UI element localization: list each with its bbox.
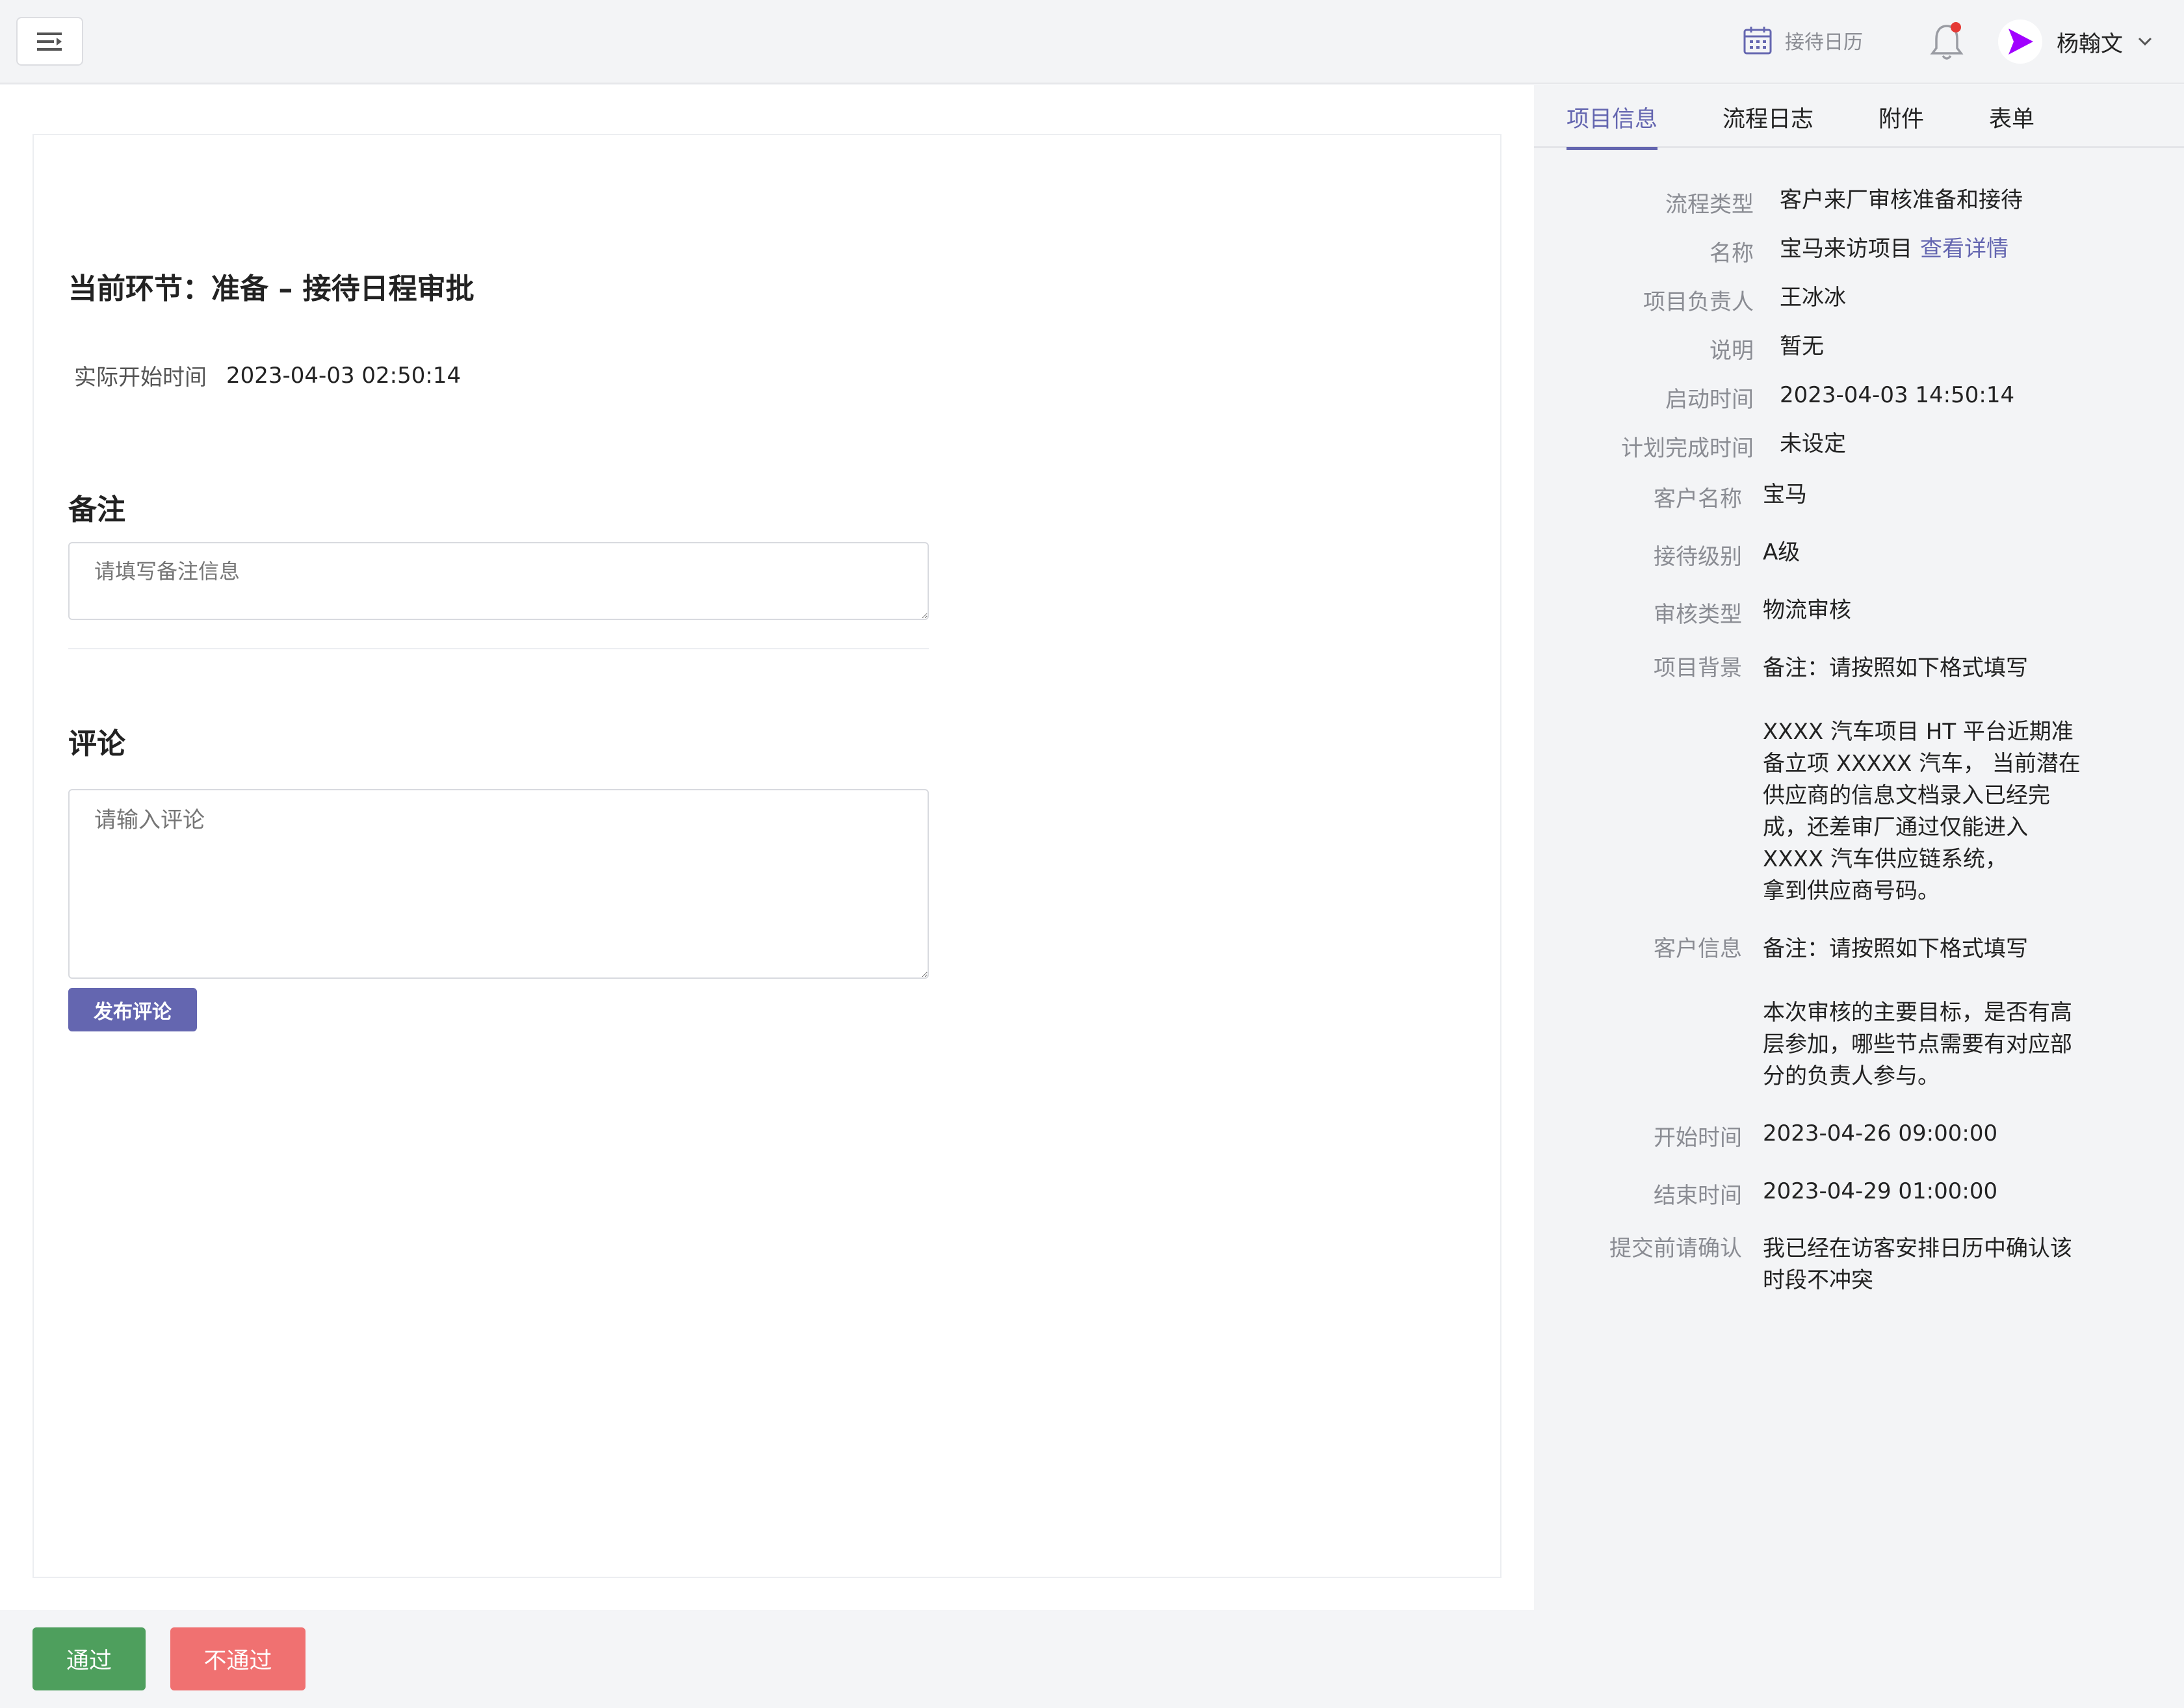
calendar-label: 接待日历 (1785, 31, 1863, 54)
info-key: 提交前请确认 (1609, 1236, 1742, 1262)
tab-project-info[interactable]: 项目信息 (1566, 101, 1658, 150)
info-row: 计划完成时间 未设定 (1534, 430, 1846, 462)
start-time-value: 2023-04-03 02:50:14 (226, 362, 462, 389)
info-value: 2023-04-29 01:00:00 (1763, 1178, 1998, 1204)
remark-input[interactable] (68, 542, 929, 620)
reject-button[interactable]: 不通过 (170, 1627, 306, 1690)
brand-logo-icon (2008, 29, 2033, 55)
notification-button[interactable] (1927, 21, 1966, 62)
info-value: 宝马 (1763, 482, 1807, 508)
tab-form[interactable]: 表单 (1989, 101, 2034, 147)
info-key: 流程类型 (1665, 192, 1754, 218)
info-row: 项目背景 备注：请按照如下格式填写 XXXX 汽车项目 HT 平台近期准 备立项… (1534, 653, 2081, 907)
chevron-down-icon (2138, 37, 2152, 46)
info-value: 我已经在访客安排日历中确认该 时段不冲突 (1763, 1236, 2072, 1293)
tab-process-log[interactable]: 流程日志 (1722, 101, 1814, 147)
info-key: 开始时间 (1654, 1125, 1742, 1151)
side-tabs: 项目信息 流程日志 附件 表单 (1534, 85, 2184, 150)
info-key: 审核类型 (1654, 602, 1742, 628)
start-time-row: 实际开始时间 2023-04-03 02:50:14 (74, 359, 461, 391)
info-value: 宝马来访项目 (1780, 236, 1912, 262)
tab-attachments[interactable]: 附件 (1878, 101, 1924, 147)
reception-calendar-link[interactable]: 接待日历 (1742, 25, 1863, 56)
top-bar: 接待日历 杨翰文 (0, 0, 2184, 84)
info-row: 审核类型 物流审核 (1534, 597, 1851, 628)
user-name: 杨翰文 (2057, 31, 2123, 57)
avatar (1998, 19, 2042, 64)
info-key: 启动时间 (1665, 387, 1754, 413)
info-key: 项目背景 (1654, 655, 1742, 681)
info-key: 计划完成时间 (1621, 435, 1754, 461)
info-key: 接待级别 (1654, 544, 1742, 570)
info-row: 结束时间 2023-04-29 01:00:00 (1534, 1178, 1997, 1210)
main-content: 当前环节：准备 – 接待日程审批 实际开始时间 2023-04-03 02:50… (0, 85, 1534, 1610)
info-row: 启动时间 2023-04-03 14:50:14 (1534, 382, 2014, 413)
info-key: 客户名称 (1654, 486, 1742, 512)
user-menu[interactable]: 杨翰文 (1998, 19, 2153, 64)
info-row: 客户名称 宝马 (1534, 481, 1807, 513)
info-value: 备注：请按照如下格式填写 本次审核的主要目标，是否有高 层参加，哪些节点需要有对… (1763, 936, 2072, 1089)
info-value: 王冰冰 (1780, 285, 1846, 311)
info-key: 客户信息 (1654, 936, 1742, 962)
info-row: 提交前请确认 我已经在访客安排日历中确认该 时段不冲突 (1534, 1233, 2072, 1297)
info-row: 流程类型 客户来厂审核准备和接待 (1534, 187, 2023, 218)
info-key: 结束时间 (1654, 1183, 1742, 1209)
remark-heading: 备注 (68, 493, 125, 526)
current-step-title: 当前环节：准备 – 接待日程审批 (68, 272, 474, 305)
info-value: A级 (1763, 539, 1800, 565)
info-key: 说明 (1710, 338, 1754, 364)
info-value: 未设定 (1780, 431, 1846, 457)
info-value: 备注：请按照如下格式填写 XXXX 汽车项目 HT 平台近期准 备立项 XXXX… (1763, 655, 2081, 904)
comment-input[interactable] (68, 789, 929, 979)
menu-icon (36, 32, 62, 51)
info-row: 名称 宝马来访项目 查看详情 (1534, 235, 2008, 267)
info-row: 说明 暂无 (1534, 333, 1824, 365)
info-row: 项目负责人 王冰冰 (1534, 284, 1846, 316)
info-row: 接待级别 A级 (1534, 539, 1800, 571)
notification-badge (1951, 22, 1961, 32)
info-key: 项目负责人 (1643, 289, 1754, 315)
info-value: 2023-04-26 09:00:00 (1763, 1120, 1998, 1146)
menu-toggle-button[interactable] (16, 17, 83, 66)
view-details-link[interactable]: 查看详情 (1920, 235, 2008, 267)
info-row: 开始时间 2023-04-26 09:00:00 (1534, 1120, 1997, 1152)
calendar-icon (1743, 27, 1772, 55)
info-value: 2023-04-03 14:50:14 (1780, 382, 2015, 408)
section-divider (68, 648, 929, 649)
info-row: 客户信息 备注：请按照如下格式填写 本次审核的主要目标，是否有高 层参加，哪些节… (1534, 933, 2072, 1093)
info-value: 物流审核 (1763, 597, 1851, 623)
action-footer: 通过 不通过 (0, 1610, 2184, 1708)
start-time-label: 实际开始时间 (74, 365, 207, 391)
side-panel: 项目信息 流程日志 附件 表单 流程类型 客户来厂审核准备和接待 名称 宝马来访… (1534, 85, 2184, 1610)
task-card: 当前环节：准备 – 接待日程审批 实际开始时间 2023-04-03 02:50… (32, 134, 1502, 1578)
comment-heading: 评论 (68, 727, 125, 760)
info-key: 名称 (1710, 240, 1754, 266)
publish-comment-button[interactable]: 发布评论 (68, 988, 197, 1031)
info-value: 客户来厂审核准备和接待 (1780, 187, 2023, 213)
approve-button[interactable]: 通过 (32, 1627, 146, 1690)
info-value: 暂无 (1780, 333, 1824, 359)
